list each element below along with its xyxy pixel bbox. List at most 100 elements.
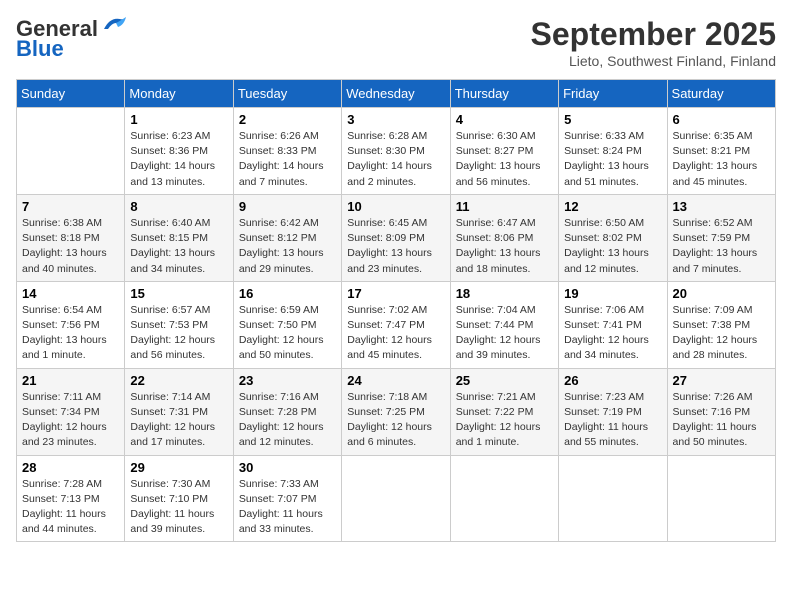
calendar-cell: 6 Sunrise: 6:35 AMSunset: 8:21 PMDaylight… <box>667 108 775 195</box>
calendar-cell: 8 Sunrise: 6:40 AMSunset: 8:15 PMDaylight… <box>125 194 233 281</box>
day-info: Sunrise: 6:33 AMSunset: 8:24 PMDaylight:… <box>564 129 661 190</box>
day-info: Sunrise: 6:45 AMSunset: 8:09 PMDaylight:… <box>347 216 444 277</box>
day-info: Sunrise: 6:38 AMSunset: 8:18 PMDaylight:… <box>22 216 119 277</box>
calendar-cell: 19Sunrise: 7:06 AMSunset: 7:41 PMDayligh… <box>559 281 667 368</box>
weekday-header-tuesday: Tuesday <box>233 80 341 108</box>
day-info: Sunrise: 7:06 AMSunset: 7:41 PMDaylight:… <box>564 303 661 364</box>
calendar-week-row-2: 7 Sunrise: 6:38 AMSunset: 8:18 PMDaylight… <box>17 194 776 281</box>
calendar-cell: 18Sunrise: 7:04 AMSunset: 7:44 PMDayligh… <box>450 281 558 368</box>
day-info: Sunrise: 6:35 AMSunset: 8:21 PMDaylight:… <box>673 129 770 190</box>
day-number: 13 <box>673 199 770 214</box>
weekday-header-friday: Friday <box>559 80 667 108</box>
day-number: 29 <box>130 460 227 475</box>
calendar-cell: 27Sunrise: 7:26 AMSunset: 7:16 PMDayligh… <box>667 368 775 455</box>
day-number: 12 <box>564 199 661 214</box>
day-number: 1 <box>130 112 227 127</box>
day-info: Sunrise: 7:30 AMSunset: 7:10 PMDaylight:… <box>130 477 227 538</box>
day-info: Sunrise: 6:28 AMSunset: 8:30 PMDaylight:… <box>347 129 444 190</box>
logo-blue: Blue <box>16 36 64 62</box>
calendar-cell <box>17 108 125 195</box>
day-number: 10 <box>347 199 444 214</box>
day-number: 8 <box>130 199 227 214</box>
calendar-cell: 12 Sunrise: 6:50 AMSunset: 8:02 PMDayligh… <box>559 194 667 281</box>
calendar-cell: 1 Sunrise: 6:23 AMSunset: 8:36 PMDaylight… <box>125 108 233 195</box>
day-info: Sunrise: 6:52 AMSunset: 7:59 PMDaylight:… <box>673 216 770 277</box>
day-info: Sunrise: 7:16 AMSunset: 7:28 PMDaylight:… <box>239 390 336 451</box>
day-number: 15 <box>130 286 227 301</box>
weekday-header-wednesday: Wednesday <box>342 80 450 108</box>
weekday-header-saturday: Saturday <box>667 80 775 108</box>
calendar-cell: 28Sunrise: 7:28 AMSunset: 7:13 PMDayligh… <box>17 455 125 542</box>
day-number: 26 <box>564 373 661 388</box>
calendar-cell <box>342 455 450 542</box>
day-info: Sunrise: 7:04 AMSunset: 7:44 PMDaylight:… <box>456 303 553 364</box>
day-number: 2 <box>239 112 336 127</box>
day-number: 21 <box>22 373 119 388</box>
page-header: General Blue September 2025 Lieto, South… <box>16 16 776 69</box>
day-info: Sunrise: 6:57 AMSunset: 7:53 PMDaylight:… <box>130 303 227 364</box>
calendar-cell: 24 Sunrise: 7:18 AMSunset: 7:25 PMDayligh… <box>342 368 450 455</box>
day-info: Sunrise: 6:47 AMSunset: 8:06 PMDaylight:… <box>456 216 553 277</box>
day-number: 22 <box>130 373 227 388</box>
calendar-cell: 9Sunrise: 6:42 AMSunset: 8:12 PMDaylight… <box>233 194 341 281</box>
day-info: Sunrise: 7:23 AMSunset: 7:19 PMDaylight:… <box>564 390 661 451</box>
calendar-cell: 5 Sunrise: 6:33 AMSunset: 8:24 PMDaylight… <box>559 108 667 195</box>
day-info: Sunrise: 7:26 AMSunset: 7:16 PMDaylight:… <box>673 390 770 451</box>
calendar-cell: 11 Sunrise: 6:47 AMSunset: 8:06 PMDayligh… <box>450 194 558 281</box>
location-subtitle: Lieto, Southwest Finland, Finland <box>531 53 776 69</box>
day-number: 9 <box>239 199 336 214</box>
day-info: Sunrise: 6:54 AMSunset: 7:56 PMDaylight:… <box>22 303 119 364</box>
day-info: Sunrise: 7:28 AMSunset: 7:13 PMDaylight:… <box>22 477 119 538</box>
day-info: Sunrise: 7:18 AMSunset: 7:25 PMDaylight:… <box>347 390 444 451</box>
weekday-header-thursday: Thursday <box>450 80 558 108</box>
day-info: Sunrise: 7:14 AMSunset: 7:31 PMDaylight:… <box>130 390 227 451</box>
day-info: Sunrise: 7:11 AMSunset: 7:34 PMDaylight:… <box>22 390 119 451</box>
calendar-cell: 25Sunrise: 7:21 AMSunset: 7:22 PMDayligh… <box>450 368 558 455</box>
calendar-cell: 13 Sunrise: 6:52 AMSunset: 7:59 PMDayligh… <box>667 194 775 281</box>
day-number: 7 <box>22 199 119 214</box>
day-number: 11 <box>456 199 553 214</box>
calendar-cell: 20Sunrise: 7:09 AMSunset: 7:38 PMDayligh… <box>667 281 775 368</box>
calendar-cell: 14 Sunrise: 6:54 AMSunset: 7:56 PMDayligh… <box>17 281 125 368</box>
day-number: 24 <box>347 373 444 388</box>
calendar-week-row-4: 21 Sunrise: 7:11 AMSunset: 7:34 PMDayligh… <box>17 368 776 455</box>
day-number: 30 <box>239 460 336 475</box>
calendar-cell <box>559 455 667 542</box>
day-number: 16 <box>239 286 336 301</box>
calendar-cell: 7 Sunrise: 6:38 AMSunset: 8:18 PMDaylight… <box>17 194 125 281</box>
day-number: 3 <box>347 112 444 127</box>
day-info: Sunrise: 7:21 AMSunset: 7:22 PMDaylight:… <box>456 390 553 451</box>
day-number: 14 <box>22 286 119 301</box>
calendar-cell: 10 Sunrise: 6:45 AMSunset: 8:09 PMDayligh… <box>342 194 450 281</box>
calendar-cell <box>667 455 775 542</box>
logo: General Blue <box>16 16 128 62</box>
day-number: 6 <box>673 112 770 127</box>
day-number: 20 <box>673 286 770 301</box>
day-info: Sunrise: 6:26 AMSunset: 8:33 PMDaylight:… <box>239 129 336 190</box>
calendar-cell: 15 Sunrise: 6:57 AMSunset: 7:53 PMDayligh… <box>125 281 233 368</box>
logo-bird-icon <box>100 15 128 35</box>
calendar-cell: 17 Sunrise: 7:02 AMSunset: 7:47 PMDayligh… <box>342 281 450 368</box>
calendar-cell: 21 Sunrise: 7:11 AMSunset: 7:34 PMDayligh… <box>17 368 125 455</box>
calendar-cell: 22 Sunrise: 7:14 AMSunset: 7:31 PMDayligh… <box>125 368 233 455</box>
calendar-table: SundayMondayTuesdayWednesdayThursdayFrid… <box>16 79 776 542</box>
calendar-cell <box>450 455 558 542</box>
calendar-week-row-5: 28Sunrise: 7:28 AMSunset: 7:13 PMDayligh… <box>17 455 776 542</box>
day-number: 23 <box>239 373 336 388</box>
calendar-week-row-1: 1 Sunrise: 6:23 AMSunset: 8:36 PMDaylight… <box>17 108 776 195</box>
weekday-header-monday: Monday <box>125 80 233 108</box>
calendar-cell: 2 Sunrise: 6:26 AMSunset: 8:33 PMDaylight… <box>233 108 341 195</box>
day-number: 17 <box>347 286 444 301</box>
weekday-header-row: SundayMondayTuesdayWednesdayThursdayFrid… <box>17 80 776 108</box>
day-info: Sunrise: 6:50 AMSunset: 8:02 PMDaylight:… <box>564 216 661 277</box>
calendar-cell: 3 Sunrise: 6:28 AMSunset: 8:30 PMDaylight… <box>342 108 450 195</box>
day-number: 5 <box>564 112 661 127</box>
day-number: 4 <box>456 112 553 127</box>
calendar-week-row-3: 14 Sunrise: 6:54 AMSunset: 7:56 PMDayligh… <box>17 281 776 368</box>
day-info: Sunrise: 6:40 AMSunset: 8:15 PMDaylight:… <box>130 216 227 277</box>
day-info: Sunrise: 6:23 AMSunset: 8:36 PMDaylight:… <box>130 129 227 190</box>
day-info: Sunrise: 7:33 AMSunset: 7:07 PMDaylight:… <box>239 477 336 538</box>
day-info: Sunrise: 7:02 AMSunset: 7:47 PMDaylight:… <box>347 303 444 364</box>
month-title: September 2025 <box>531 16 776 53</box>
calendar-cell: 29 Sunrise: 7:30 AMSunset: 7:10 PMDayligh… <box>125 455 233 542</box>
